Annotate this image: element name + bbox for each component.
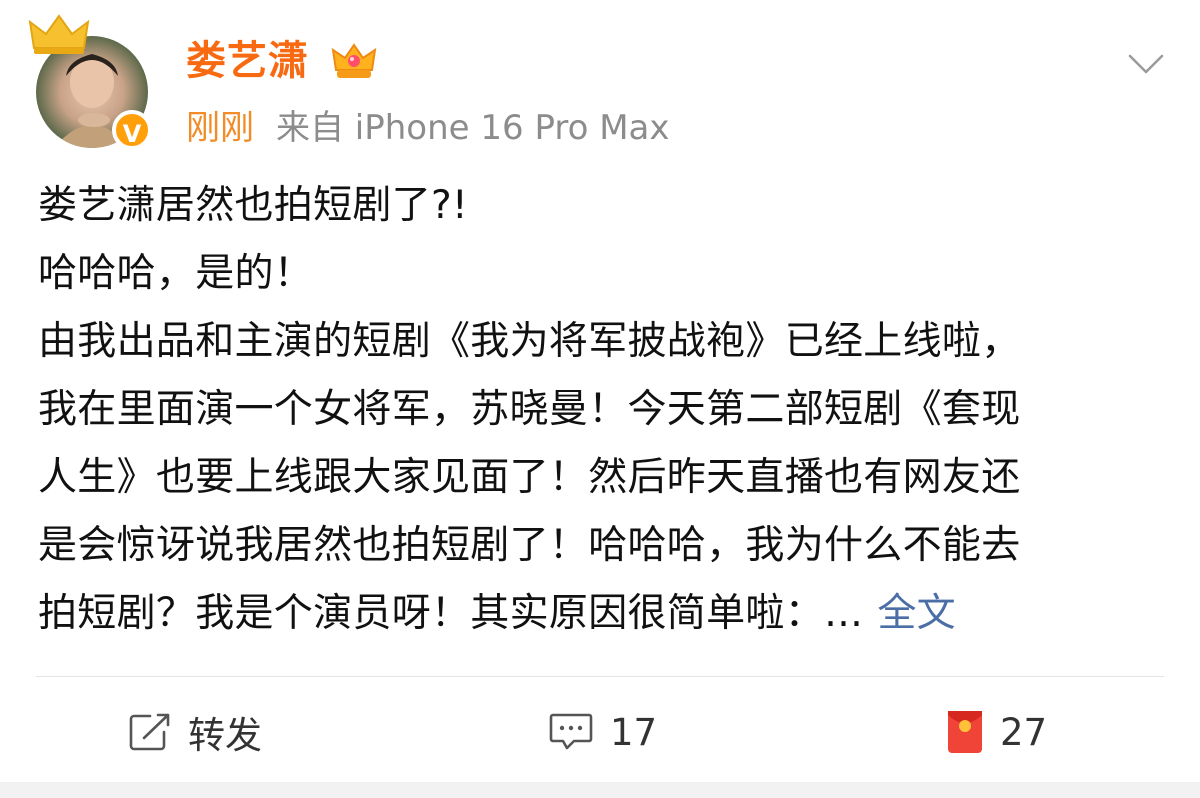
- post-line: 我在里面演一个女将军，苏晓曼！今天第二部短剧《套现: [38, 387, 1021, 432]
- post-text: 娄艺潇居然也拍短剧了?! 哈哈哈，是的！ 由我出品和主演的短剧《我为将军披战袍》…: [38, 172, 1168, 648]
- comment-icon: [549, 713, 593, 750]
- red-envelope-icon: [948, 711, 982, 753]
- post-meta: 刚刚 来自 iPhone 16 Pro Max: [186, 106, 670, 150]
- post-line: 是会惊讶说我居然也拍短剧了！哈哈哈，我为什么不能去: [38, 523, 1021, 568]
- post-line: 娄艺潇居然也拍短剧了?!: [38, 183, 468, 228]
- post-line: 哈哈哈，是的！: [38, 251, 314, 296]
- like-button[interactable]: 27: [946, 700, 1047, 764]
- repost-button[interactable]: 转发: [128, 700, 262, 764]
- username[interactable]: 娄艺潇: [186, 36, 309, 86]
- comment-button[interactable]: 17: [548, 700, 657, 764]
- footer-bar: [0, 782, 1200, 798]
- repost-icon: [129, 713, 170, 751]
- verified-badge-icon: V: [112, 110, 152, 150]
- comment-count: 17: [610, 710, 658, 754]
- post-line: 由我出品和主演的短剧《我为将军披战袍》已经上线啦，: [38, 319, 1021, 364]
- repost-label: 转发: [188, 714, 262, 757]
- post-time: 刚刚: [186, 108, 254, 148]
- full-text-link[interactable]: 全文: [877, 591, 956, 636]
- weibo-post: V 娄艺潇 刚刚 来自 iPhone 16 Pro Max 娄艺潇居然也拍短剧了?…: [0, 0, 1200, 782]
- vip-crown-icon[interactable]: [330, 40, 378, 82]
- post-line: 拍短剧？我是个演员呀！其实原因很简单啦：…: [38, 591, 864, 636]
- post-line-last: 拍短剧？我是个演员呀！其实原因很简单啦：… 全文: [38, 580, 1168, 648]
- divider: [36, 676, 1164, 677]
- post-source: 来自 iPhone 16 Pro Max: [276, 108, 670, 148]
- post-line: 人生》也要上线跟大家见面了！然后昨天直播也有网友还: [38, 455, 1021, 500]
- like-count: 27: [1000, 710, 1048, 754]
- avatar-container[interactable]: V: [28, 14, 152, 150]
- chevron-down-icon[interactable]: [1128, 52, 1164, 76]
- crown-badge-icon: [28, 14, 90, 54]
